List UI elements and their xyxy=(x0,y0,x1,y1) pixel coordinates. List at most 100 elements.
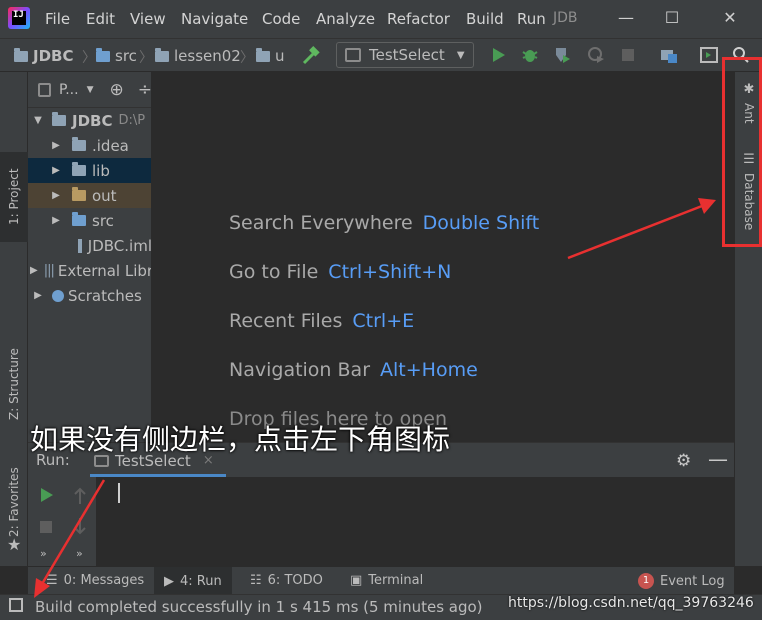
tree-item-lib[interactable]: ▶ lib xyxy=(28,158,151,183)
project-view-icon xyxy=(38,82,51,97)
tree-item-label: lib xyxy=(92,161,110,180)
hint-shortcut: Alt+Home xyxy=(380,359,478,381)
maximize-icon[interactable]: ☐ xyxy=(662,8,682,28)
menu-run[interactable]: Run xyxy=(517,10,546,28)
breadcrumb-lessen02[interactable]: lessen02 xyxy=(155,47,241,65)
intellij-logo-icon: IJ xyxy=(8,7,30,29)
status-bar: Build completed successfully in 1 s 415 … xyxy=(0,594,762,620)
up-arrow-icon[interactable] xyxy=(72,487,88,505)
project-folder-icon xyxy=(14,47,28,62)
hide-panel-icon[interactable]: — xyxy=(708,447,728,471)
star-icon: ★ xyxy=(7,535,22,554)
toggle-tool-windows-icon[interactable] xyxy=(9,598,23,612)
hint-text: Navigation Bar xyxy=(229,359,371,381)
tab-event-log[interactable]: 1 Event Log xyxy=(638,573,725,589)
left-tool-stripe: 1: Project Z: Structure 2: Favorites xyxy=(0,72,28,566)
tree-item-out[interactable]: ▶ out xyxy=(28,183,151,208)
breadcrumb-label: JDBC xyxy=(33,47,74,65)
hint-recent-files: Recent Files Ctrl+E xyxy=(229,310,414,332)
tree-item-label: src xyxy=(92,211,114,230)
tree-item-label: out xyxy=(92,186,117,205)
gear-icon[interactable]: ⚙ xyxy=(676,451,691,471)
debug-bug-icon[interactable] xyxy=(521,46,539,64)
menu-edit[interactable]: Edit xyxy=(86,10,115,28)
menu-view[interactable]: View xyxy=(130,10,166,28)
tab-todo[interactable]: ☷ 6: TODO xyxy=(250,573,323,588)
breadcrumb-separator: 〉 xyxy=(240,50,254,66)
excluded-folder-icon xyxy=(72,187,86,201)
breadcrumb-label: lessen02 xyxy=(174,47,241,65)
breadcrumb-jdbc[interactable]: JDBC xyxy=(14,47,73,65)
rerun-icon[interactable] xyxy=(38,487,54,503)
tree-item-idea[interactable]: ▶ .idea xyxy=(28,133,151,158)
more-actions-icon[interactable]: » xyxy=(76,547,83,560)
tab-terminal[interactable]: ▣ Terminal xyxy=(350,573,423,588)
folder-icon xyxy=(72,137,86,151)
breadcrumb-label: src xyxy=(115,47,137,65)
bottom-tool-tabs: ☰ 0: Messages ▶ 4: Run ☷ 6: TODO ▣ Termi… xyxy=(28,566,734,595)
tab-run-label: 4: Run xyxy=(180,573,222,589)
collapsed-arrow-icon[interactable]: ▶ xyxy=(48,190,64,201)
folder-icon xyxy=(72,162,86,176)
window-title: JDB xyxy=(553,10,578,26)
tree-item-label: External Libraries xyxy=(57,261,152,280)
library-icon: ||| xyxy=(43,263,55,278)
collapsed-arrow-icon[interactable]: ▶ xyxy=(48,165,64,176)
breadcrumb-separator: 〉 xyxy=(82,50,96,66)
close-window-icon[interactable]: ✕ xyxy=(720,8,740,28)
more-actions-icon[interactable]: » xyxy=(40,547,47,560)
run-configuration-select[interactable]: TestSelect ▼ xyxy=(336,42,474,68)
tab-project[interactable]: 1: Project xyxy=(0,152,28,242)
project-structure-icon[interactable] xyxy=(660,46,678,64)
editor-area[interactable]: Search Everywhere Double Shift Go to File… xyxy=(152,72,722,442)
collapsed-arrow-icon[interactable]: ▶ xyxy=(30,265,38,276)
terminal-window-icon[interactable] xyxy=(700,46,718,64)
locate-file-icon[interactable]: ⊕ xyxy=(110,80,124,100)
highlight-annotation-box xyxy=(722,57,762,247)
run-icon[interactable] xyxy=(489,46,507,64)
tree-item-jdbc-iml[interactable]: JDBC.iml xyxy=(28,233,152,258)
menu-navigate[interactable]: Navigate xyxy=(181,10,248,28)
tab-favorites-label: 2: Favorites xyxy=(7,467,21,537)
tab-structure[interactable]: Z: Structure xyxy=(0,336,28,432)
tree-item-path: D:\P xyxy=(118,113,146,128)
stop-icon[interactable] xyxy=(38,519,54,535)
run-panel-actions: » » xyxy=(28,477,96,567)
project-view-select[interactable]: P... xyxy=(59,82,79,98)
todo-list-icon: ☷ xyxy=(250,573,262,588)
minimize-icon[interactable]: — xyxy=(616,8,636,28)
expanded-arrow-icon[interactable]: ▼ xyxy=(30,115,46,126)
tab-messages[interactable]: ☰ 0: Messages xyxy=(46,573,144,588)
tree-item-external-libraries[interactable]: ▶ ||| External Libraries xyxy=(28,258,152,283)
tree-item-jdbc[interactable]: ▼ JDBC D:\P xyxy=(28,108,151,133)
breadcrumb-label: u xyxy=(275,47,285,65)
tree-item-label: .idea xyxy=(92,136,129,155)
tree-item-label: JDBC.iml xyxy=(87,236,152,255)
menu-refactor[interactable]: Refactor xyxy=(387,10,450,28)
collapsed-arrow-icon[interactable]: ▶ xyxy=(48,215,64,226)
menu-build[interactable]: Build xyxy=(466,10,504,28)
menu-code[interactable]: Code xyxy=(262,10,300,28)
hint-text: Recent Files xyxy=(229,310,343,332)
hint-text: Go to File xyxy=(229,261,319,283)
menu-analyze[interactable]: Analyze xyxy=(316,10,375,28)
coverage-icon[interactable] xyxy=(553,46,571,64)
breadcrumb-src[interactable]: src xyxy=(96,47,137,65)
tab-run[interactable]: ▶ 4: Run xyxy=(154,567,232,595)
build-hammer-icon[interactable] xyxy=(301,46,321,66)
hint-shortcut: Ctrl+E xyxy=(352,310,415,332)
tree-item-scratches[interactable]: ▶ Scratches xyxy=(28,283,151,308)
tree-item-label: Scratches xyxy=(68,286,142,305)
collapse-all-icon[interactable]: ÷ xyxy=(138,80,151,100)
menu-bar: IJ File Edit View Navigate Code Analyze … xyxy=(0,0,762,38)
profile-icon[interactable] xyxy=(587,46,605,64)
tree-item-src[interactable]: ▶ src xyxy=(28,208,151,233)
down-arrow-icon[interactable] xyxy=(72,517,88,535)
collapsed-arrow-icon[interactable]: ▶ xyxy=(30,290,46,301)
collapsed-arrow-icon[interactable]: ▶ xyxy=(48,140,64,151)
menu-file[interactable]: File xyxy=(45,10,70,28)
stop-icon[interactable] xyxy=(619,46,637,64)
breadcrumb-u[interactable]: u xyxy=(256,47,285,65)
package-folder-icon xyxy=(155,47,169,62)
messages-icon: ☰ xyxy=(46,573,58,588)
